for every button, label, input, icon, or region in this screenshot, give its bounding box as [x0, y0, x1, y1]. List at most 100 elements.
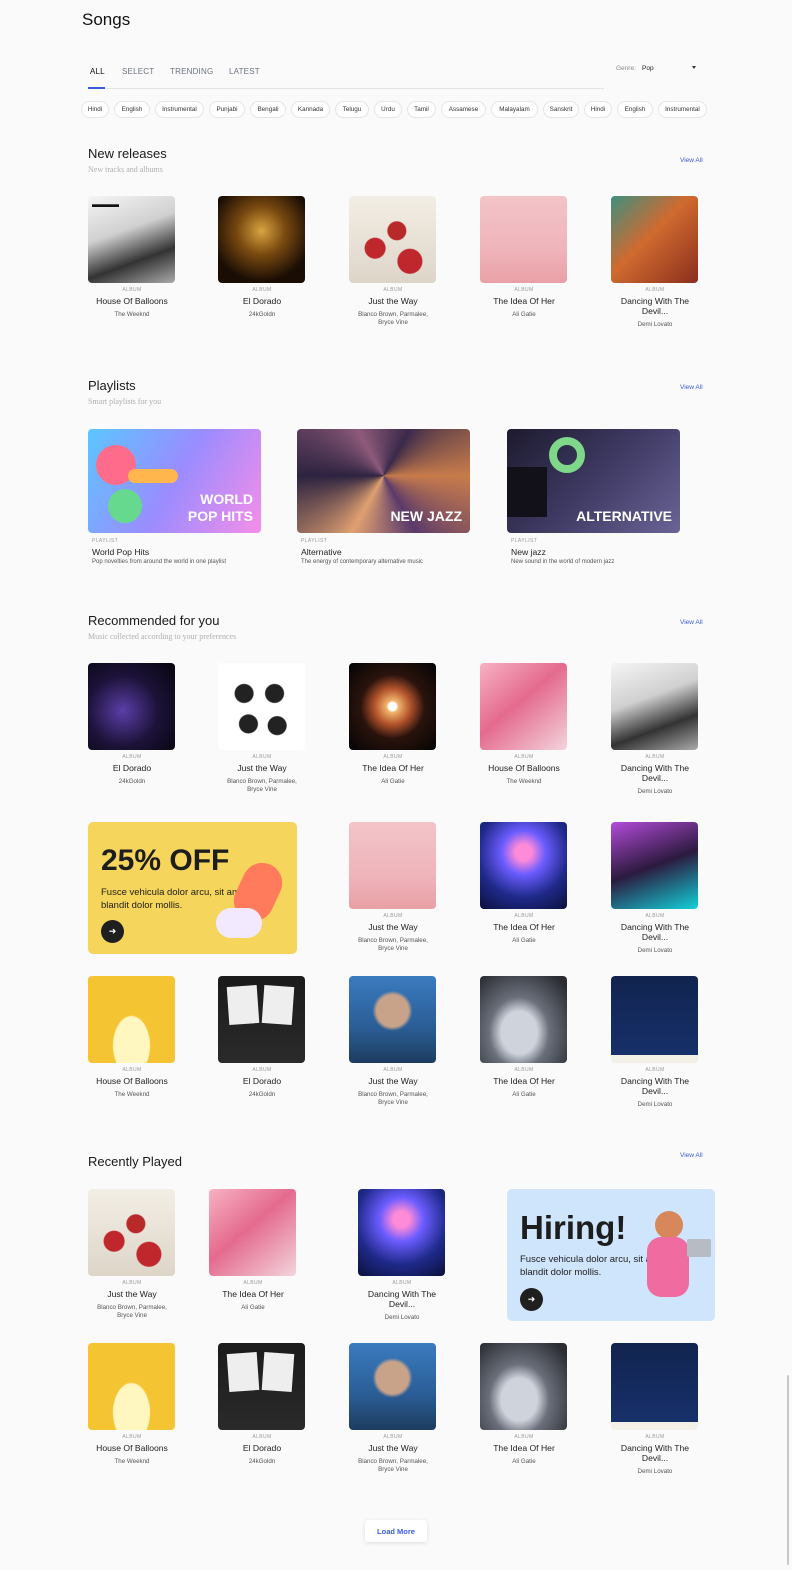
card-kind: ALBUM	[122, 754, 142, 760]
card-title: Dancing With The Devil...	[620, 1443, 690, 1463]
card-title: El Dorado	[242, 296, 282, 306]
album-card[interactable]: ALBUM The Idea Of Her Ali Gatie	[480, 822, 568, 945]
playlist-kind: PLAYLIST	[511, 538, 538, 544]
album-card[interactable]: ALBUM House Of Balloons The Weeknd	[480, 663, 568, 786]
album-card[interactable]: ALBUM House Of Balloons The Weeknd	[88, 976, 176, 1099]
view-all-new-releases[interactable]: View All	[680, 157, 703, 164]
album-card[interactable]: ALBUM The Idea Of Her Ali Gatie	[209, 1189, 297, 1312]
chip-punjabi[interactable]: Punjabi	[209, 101, 245, 118]
card-kind: ALBUM	[392, 1280, 412, 1286]
chip-malayalam[interactable]: Malayalam	[491, 101, 538, 118]
playlist-title: World Pop Hits	[92, 547, 150, 557]
album-card[interactable]: ALBUM Dancing With The Devil... Demi Lov…	[611, 1343, 699, 1476]
tab-trending[interactable]: TRENDING	[170, 67, 213, 76]
chip-english[interactable]: English	[114, 101, 150, 118]
candy-shape	[108, 489, 142, 523]
card-kind: ALBUM	[645, 1434, 665, 1440]
album-card[interactable]: ALBUM Just the Way Blanco Brown, Parmale…	[349, 196, 437, 327]
chip-assamese[interactable]: Assamese	[441, 101, 486, 118]
genre-label: Genre:	[616, 65, 636, 72]
card-title: Dancing With The Devil...	[367, 1289, 437, 1309]
album-cover	[611, 822, 698, 909]
card-title: Just the Way	[368, 296, 418, 306]
arrow-right-icon[interactable]: ➜	[520, 1288, 543, 1311]
tab-bar: ALL SELECT TRENDING LATEST	[88, 62, 604, 89]
chip-instrumental-2[interactable]: Instrumental	[658, 101, 707, 118]
card-kind: ALBUM	[383, 913, 403, 919]
chip-bengali[interactable]: Bengali	[250, 101, 286, 118]
card-artist: Ali Gatie	[381, 778, 405, 785]
playlist-card[interactable]: WORLD POP HITS PLAYLIST World Pop Hits Po…	[88, 429, 262, 565]
album-card[interactable]: ALBUM Just the Way Blanco Brown, Parmale…	[218, 663, 306, 794]
chip-sanskrit[interactable]: Sanskrit	[543, 101, 579, 118]
chip-english-2[interactable]: English	[617, 101, 653, 118]
album-cover	[611, 663, 698, 750]
album-cover	[611, 1343, 698, 1430]
view-all-recommended[interactable]: View All	[680, 619, 703, 626]
chip-urdu[interactable]: Urdu	[374, 101, 402, 118]
playlist-card[interactable]: NEW JAZZ PLAYLIST Alternative The energy…	[297, 429, 471, 565]
album-cover	[209, 1189, 296, 1276]
album-card[interactable]: ALBUM Just the Way Blanco Brown, Parmale…	[349, 976, 437, 1107]
card-artist: 24kGoldn	[248, 1091, 276, 1098]
album-card[interactable]: ALBUM The Idea Of Her Ali Gatie	[480, 1343, 568, 1466]
playlist-desc: New sound in the world of modern jazz	[511, 559, 615, 565]
album-card[interactable]: ALBUM Just the Way Blanco Brown, Parmale…	[349, 822, 437, 953]
promo-headline: 25% OFF	[101, 844, 230, 877]
load-more-button[interactable]: Load More	[365, 1520, 427, 1542]
chip-instrumental[interactable]: Instrumental	[155, 101, 204, 118]
card-artist: Demi Lovato	[637, 1468, 673, 1475]
chip-tamil[interactable]: Tamil	[407, 101, 436, 118]
album-card[interactable]: ALBUM The Idea Of Her Ali Gatie	[480, 976, 568, 1099]
chip-hindi-2[interactable]: Hindi	[584, 101, 612, 118]
album-card[interactable]: ALBUM Dancing With The Devil... Demi Lov…	[358, 1189, 446, 1322]
card-artist: Blanco Brown, Parmalee, Bryce Vine	[358, 1091, 428, 1106]
album-card[interactable]: ALBUM El Dorado 24kGoldn	[88, 663, 176, 786]
card-title: Dancing With The Devil...	[620, 296, 690, 316]
playlist-desc: The energy of contemporary alternative m…	[301, 559, 424, 565]
tab-select[interactable]: SELECT	[122, 67, 154, 76]
album-card[interactable]: ALBUM Just the Way Blanco Brown, Parmale…	[88, 1189, 176, 1320]
album-card[interactable]: ALBUM Just the Way Blanco Brown, Parmale…	[349, 1343, 437, 1474]
card-title: House Of Balloons	[488, 763, 560, 773]
album-card[interactable]: ALBUM El Dorado 24kGoldn	[218, 1343, 306, 1466]
card-artist: Demi Lovato	[637, 1101, 673, 1108]
chip-kannada[interactable]: Kannada	[291, 101, 330, 118]
tab-latest[interactable]: LATEST	[229, 67, 260, 76]
album-cover	[480, 822, 567, 909]
playlist-desc: Pop novelties from around the world in o…	[92, 559, 227, 565]
album-cover	[349, 196, 436, 283]
album-card[interactable]: ALBUM Dancing With The Devil... Demi Lov…	[611, 663, 699, 796]
promo-banner-sale[interactable]: 25% OFF Fusce vehicula dolor arcu, sit a…	[88, 822, 297, 954]
album-cover	[480, 196, 567, 283]
arrow-right-icon[interactable]: ➜	[101, 920, 124, 943]
promo-banner-hiring[interactable]: Hiring! Fusce vehicula dolor arcu, sit a…	[507, 1189, 715, 1321]
album-card[interactable]: ALBUM El Dorado 24kGoldn	[218, 976, 306, 1099]
chip-telugu[interactable]: Telugu	[335, 101, 369, 118]
card-title: El Dorado	[242, 1076, 282, 1086]
album-card[interactable]: ALBUM Dancing With The Devil... Demi Lov…	[611, 822, 699, 955]
album-cover	[349, 822, 436, 909]
view-all-recently-played[interactable]: View All	[680, 1152, 703, 1159]
album-card[interactable]: ▬▬▬ ALBUM House Of Balloons The Weeknd	[88, 196, 176, 319]
playlist-card[interactable]: ALTERNATIVE PLAYLIST New jazz New sound …	[507, 429, 681, 565]
album-card[interactable]: ALBUM The Idea Of Her Ali Gatie	[349, 663, 437, 786]
playlist-kind: PLAYLIST	[301, 538, 328, 544]
scrollbar[interactable]	[787, 1375, 789, 1565]
album-card[interactable]: ALBUM Dancing With The Devil... Demi Lov…	[611, 976, 699, 1109]
tab-all[interactable]: ALL	[90, 67, 105, 76]
album-card[interactable]: ALBUM El Dorado 24kGoldn	[218, 196, 306, 319]
view-all-playlists[interactable]: View All	[680, 384, 703, 391]
card-artist: Ali Gatie	[241, 1304, 265, 1311]
album-card[interactable]: ALBUM House Of Balloons The Weeknd	[88, 1343, 176, 1466]
chip-hindi[interactable]: Hindi	[81, 101, 109, 118]
album-card[interactable]: ALBUM The Idea Of Her Ali Gatie	[480, 196, 568, 319]
polaroid-photo	[226, 984, 260, 1026]
album-card[interactable]: ALBUM Dancing With The Devil... Demi Lov…	[611, 196, 699, 329]
album-cover	[611, 976, 698, 1063]
card-artist: Blanco Brown, Parmalee, Bryce Vine	[358, 937, 428, 952]
album-cover	[88, 663, 175, 750]
card-artist: 24kGoldn	[118, 778, 146, 785]
genre-select[interactable]: Pop	[640, 62, 702, 76]
playlist-cover: NEW JAZZ	[297, 429, 470, 533]
